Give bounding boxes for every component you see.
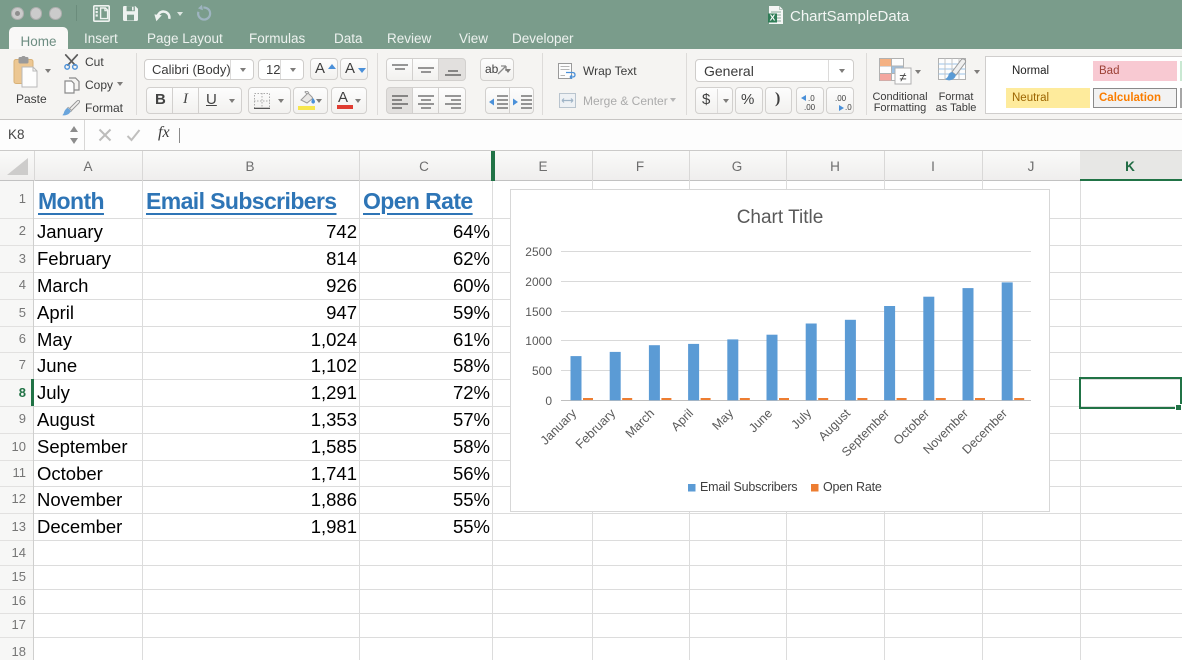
svg-text:August: August xyxy=(816,406,854,444)
svg-text:1500: 1500 xyxy=(525,305,552,319)
svg-text:April: April xyxy=(669,406,697,434)
svg-text:.0: .0 xyxy=(808,94,815,103)
svg-text:May: May xyxy=(710,406,737,433)
svg-text:X: X xyxy=(770,13,776,23)
svg-text:1000: 1000 xyxy=(525,334,552,348)
svg-text:0: 0 xyxy=(545,394,552,408)
svg-text:2000: 2000 xyxy=(525,275,552,289)
svg-text:June: June xyxy=(746,406,775,435)
svg-text:500: 500 xyxy=(532,364,552,378)
svg-text:Open Rate: Open Rate xyxy=(823,480,882,494)
svg-text:≠: ≠ xyxy=(899,70,906,85)
svg-text:2500: 2500 xyxy=(525,245,552,259)
svg-text:.00: .00 xyxy=(835,94,847,103)
svg-text:Chart Title: Chart Title xyxy=(737,207,824,228)
svg-text:.00: .00 xyxy=(804,103,816,111)
svg-text:February: February xyxy=(573,406,619,452)
svg-text:March: March xyxy=(623,406,657,440)
svg-text:Email Subscribers: Email Subscribers xyxy=(700,480,797,494)
svg-text:July: July xyxy=(788,406,814,432)
svg-text:.0: .0 xyxy=(845,103,852,111)
